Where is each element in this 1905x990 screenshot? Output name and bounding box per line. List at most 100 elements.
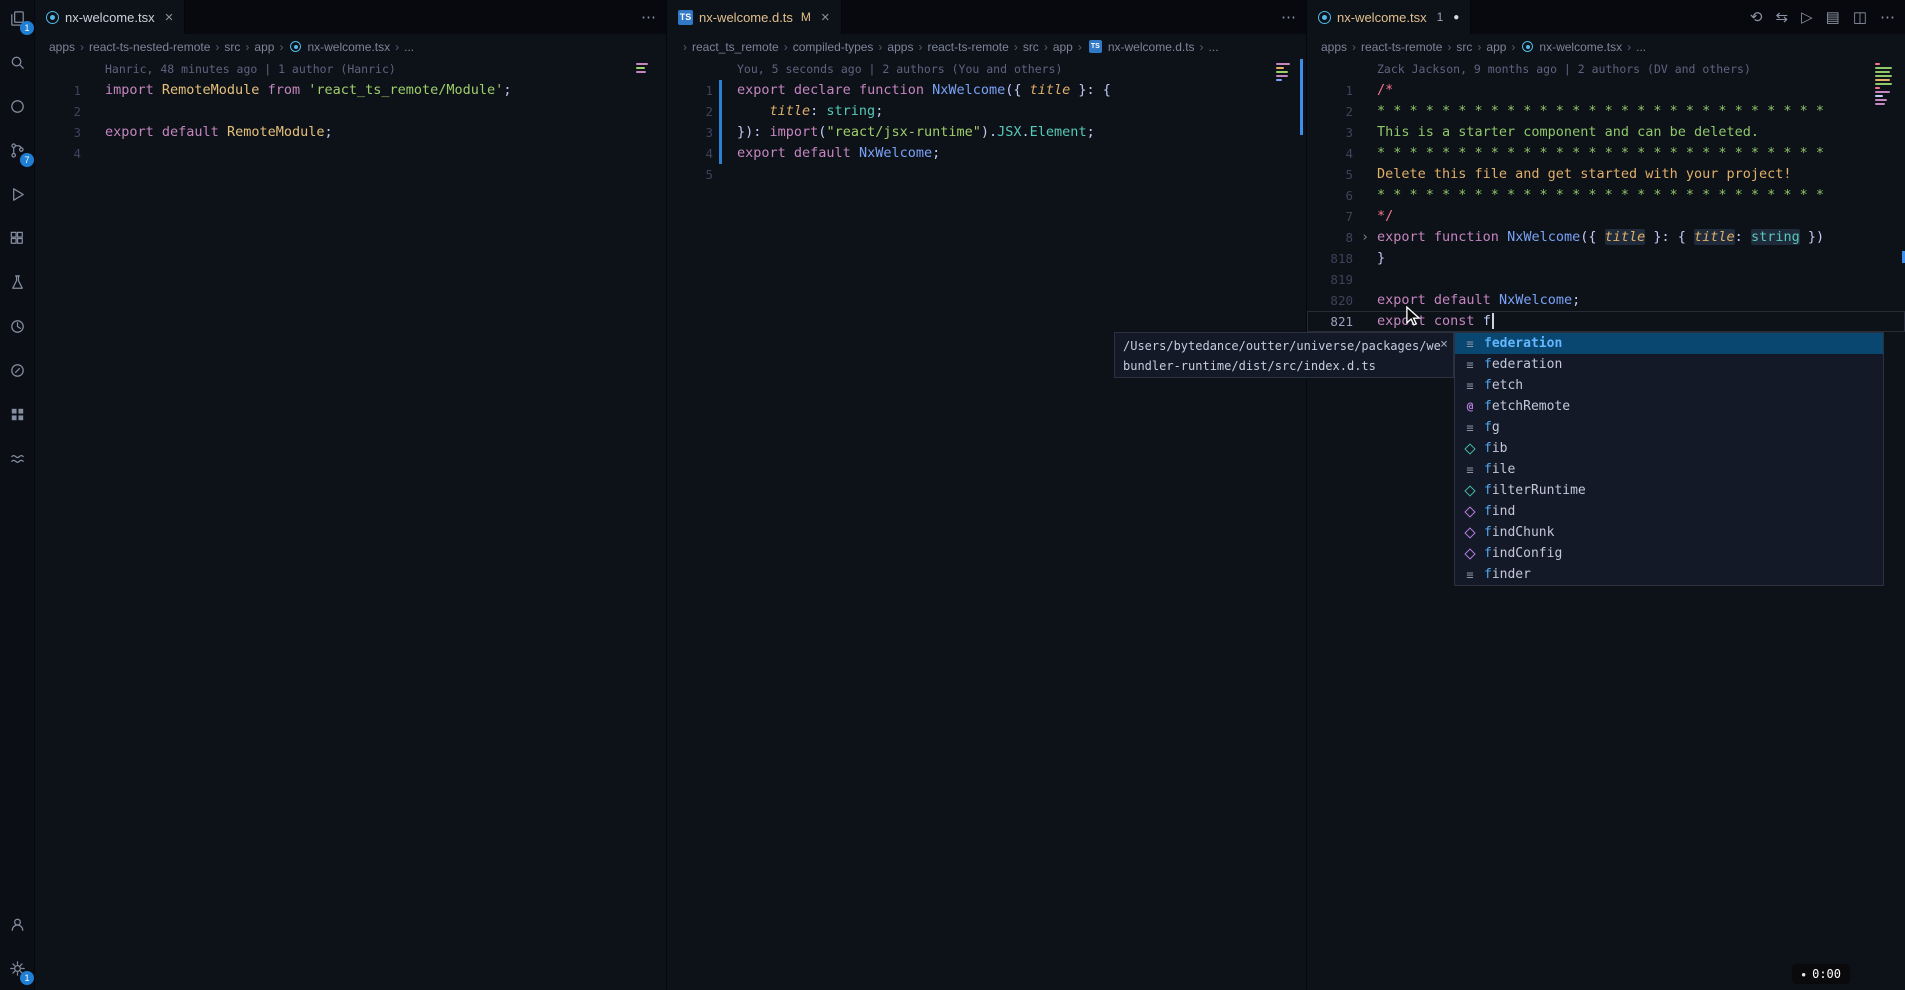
tab-nx-welcome-tsx[interactable]: nx-welcome.tsx × <box>35 0 185 34</box>
code-line[interactable]: 2* * * * * * * * * * * * * * * * * * * *… <box>1307 101 1905 122</box>
code-line[interactable]: 4export default NxWelcome; <box>667 143 1306 164</box>
breadcrumb-item[interactable]: compiled-types <box>793 40 874 54</box>
suggestion-item[interactable]: findConfig <box>1455 543 1883 564</box>
run-debug-icon[interactable]: ▷ <box>1801 8 1813 26</box>
code-line[interactable]: 821export const f <box>1307 311 1905 332</box>
more-actions-icon[interactable]: ⋯ <box>641 8 656 26</box>
unsaved-changes-dot[interactable]: ● <box>1453 12 1459 23</box>
suggestion-item[interactable]: ≡federation <box>1455 333 1883 354</box>
settings-button[interactable]: 1 <box>5 956 29 980</box>
breadcrumb-item[interactable]: react-ts-remote <box>1361 40 1442 54</box>
code-line[interactable]: 3This is a starter component and can be … <box>1307 122 1905 143</box>
code-line[interactable]: 1/* <box>1307 80 1905 101</box>
git-blame-annotation[interactable]: Hanric, 48 minutes ago | 1 author (Hanri… <box>35 59 666 80</box>
code-line[interactable]: 818} <box>1307 248 1905 269</box>
line-number[interactable]: 4 <box>667 143 713 164</box>
suggestion-item[interactable]: filterRuntime <box>1455 480 1883 501</box>
breadcrumb-item[interactable]: react-ts-nested-remote <box>89 40 210 54</box>
close-tab-icon[interactable]: × <box>821 9 830 26</box>
compass-button[interactable] <box>5 358 29 382</box>
suggestion-item[interactable]: fib <box>1455 438 1883 459</box>
line-number[interactable]: 5 <box>667 164 713 185</box>
suggestion-item[interactable]: ≡file <box>1455 459 1883 480</box>
project-manager-button[interactable] <box>5 402 29 426</box>
fold-chevron-icon[interactable]: › <box>1353 227 1377 248</box>
more-actions-icon[interactable]: ⋯ <box>1880 8 1895 26</box>
line-number[interactable]: 3 <box>667 122 713 143</box>
code-line[interactable]: 3export default RemoteModule; <box>35 122 666 143</box>
line-number[interactable]: 1 <box>35 80 81 101</box>
extensions-button[interactable] <box>5 226 29 250</box>
line-number[interactable]: 4 <box>1307 143 1353 164</box>
line-number[interactable]: 7 <box>1307 206 1353 227</box>
source-control-button[interactable]: 7 <box>5 138 29 162</box>
breadcrumb-item[interactable]: ... <box>1209 40 1219 54</box>
breadcrumb-item[interactable]: apps <box>887 40 913 54</box>
breadcrumb-item[interactable]: nx-welcome.d.ts <box>1108 40 1195 54</box>
code-line[interactable]: 4* * * * * * * * * * * * * * * * * * * *… <box>1307 143 1905 164</box>
code-line[interactable]: 2 <box>35 101 666 122</box>
line-number[interactable]: 821 <box>1307 311 1353 332</box>
line-number[interactable]: 5 <box>1307 164 1353 185</box>
testing-button[interactable] <box>5 270 29 294</box>
code-line[interactable]: 5Delete this file and get started with y… <box>1307 164 1905 185</box>
compare-changes-icon[interactable]: ⇆ <box>1776 8 1789 26</box>
editor-pane-1[interactable]: Hanric, 48 minutes ago | 1 author (Hanri… <box>35 59 666 990</box>
close-icon[interactable]: × <box>1440 335 1448 355</box>
breadcrumb-item[interactable]: nx-welcome.tsx <box>1539 40 1622 54</box>
editor-sash[interactable] <box>1300 59 1303 135</box>
more-actions-icon[interactable]: ⋯ <box>1281 8 1296 26</box>
suggestion-item[interactable]: ≡federation <box>1455 354 1883 375</box>
code-line[interactable]: 4 <box>35 143 666 164</box>
minimap[interactable] <box>1276 61 1302 121</box>
code-line[interactable]: 7*/ <box>1307 206 1905 227</box>
code-line[interactable]: 5 <box>667 164 1306 185</box>
split-editor-icon[interactable]: ◫ <box>1853 8 1867 26</box>
search-button[interactable] <box>5 50 29 74</box>
breadcrumb-item[interactable]: react-ts-remote <box>927 40 1008 54</box>
line-number[interactable]: 1 <box>667 80 713 101</box>
close-tab-icon[interactable]: × <box>165 9 174 26</box>
breadcrumb-item[interactable]: app <box>1053 40 1073 54</box>
code-line[interactable]: 8›export function NxWelcome({ title }: {… <box>1307 227 1905 248</box>
breadcrumb-item[interactable]: ... <box>404 40 414 54</box>
gitlens-blame-icon[interactable]: ⟲ <box>1750 8 1763 26</box>
line-number[interactable]: 2 <box>667 101 713 122</box>
code-line[interactable]: 820export default NxWelcome; <box>1307 290 1905 311</box>
run-debug-button[interactable] <box>5 182 29 206</box>
line-number[interactable]: 820 <box>1307 290 1353 311</box>
breadcrumb-item[interactable]: apps <box>1321 40 1347 54</box>
line-number[interactable]: 4 <box>35 143 81 164</box>
code-line[interactable]: 1import RemoteModule from 'react_ts_remo… <box>35 80 666 101</box>
git-blame-annotation[interactable]: Zack Jackson, 9 months ago | 2 authors (… <box>1307 59 1905 80</box>
suggestion-item[interactable]: ≡fg <box>1455 417 1883 438</box>
history-button[interactable] <box>5 314 29 338</box>
line-number[interactable]: 8 <box>1307 227 1353 248</box>
tab-nx-welcome-tsx-modified[interactable]: nx-welcome.tsx 1 ● <box>1307 0 1471 34</box>
suggestion-item[interactable]: ≡finder <box>1455 564 1883 585</box>
code-line[interactable]: 2 title: string; <box>667 101 1306 122</box>
accounts-button[interactable] <box>5 912 29 936</box>
code-line[interactable]: 819 <box>1307 269 1905 290</box>
line-number[interactable]: 818 <box>1307 248 1353 269</box>
tab-nx-welcome-dts[interactable]: nx-welcome.d.ts M × <box>667 0 842 34</box>
suggestion-item[interactable]: find <box>1455 501 1883 522</box>
breadcrumb-item[interactable]: app <box>254 40 274 54</box>
line-number[interactable]: 2 <box>1307 101 1353 122</box>
breadcrumb-item[interactable]: nx-welcome.tsx <box>307 40 390 54</box>
code-line[interactable]: 1export declare function NxWelcome({ tit… <box>667 80 1306 101</box>
breadcrumb-item[interactable]: react_ts_remote <box>692 40 779 54</box>
line-number[interactable]: 1 <box>1307 80 1353 101</box>
breadcrumb-item[interactable]: ... <box>1636 40 1646 54</box>
more-tools-button[interactable] <box>5 446 29 470</box>
code-line[interactable]: 6* * * * * * * * * * * * * * * * * * * *… <box>1307 185 1905 206</box>
recording-timer[interactable]: ● 0:00 <box>1792 964 1850 984</box>
suggestion-item[interactable]: @fetchRemote <box>1455 396 1883 417</box>
chat-button[interactable] <box>5 94 29 118</box>
code-line[interactable]: 3}): import("react/jsx-runtime").JSX.Ele… <box>667 122 1306 143</box>
breadcrumb-item[interactable]: src <box>1023 40 1039 54</box>
line-number[interactable]: 819 <box>1307 269 1353 290</box>
explorer-button[interactable]: 1 <box>5 6 29 30</box>
line-number[interactable]: 2 <box>35 101 81 122</box>
git-blame-annotation[interactable]: You, 5 seconds ago | 2 authors (You and … <box>667 59 1306 80</box>
